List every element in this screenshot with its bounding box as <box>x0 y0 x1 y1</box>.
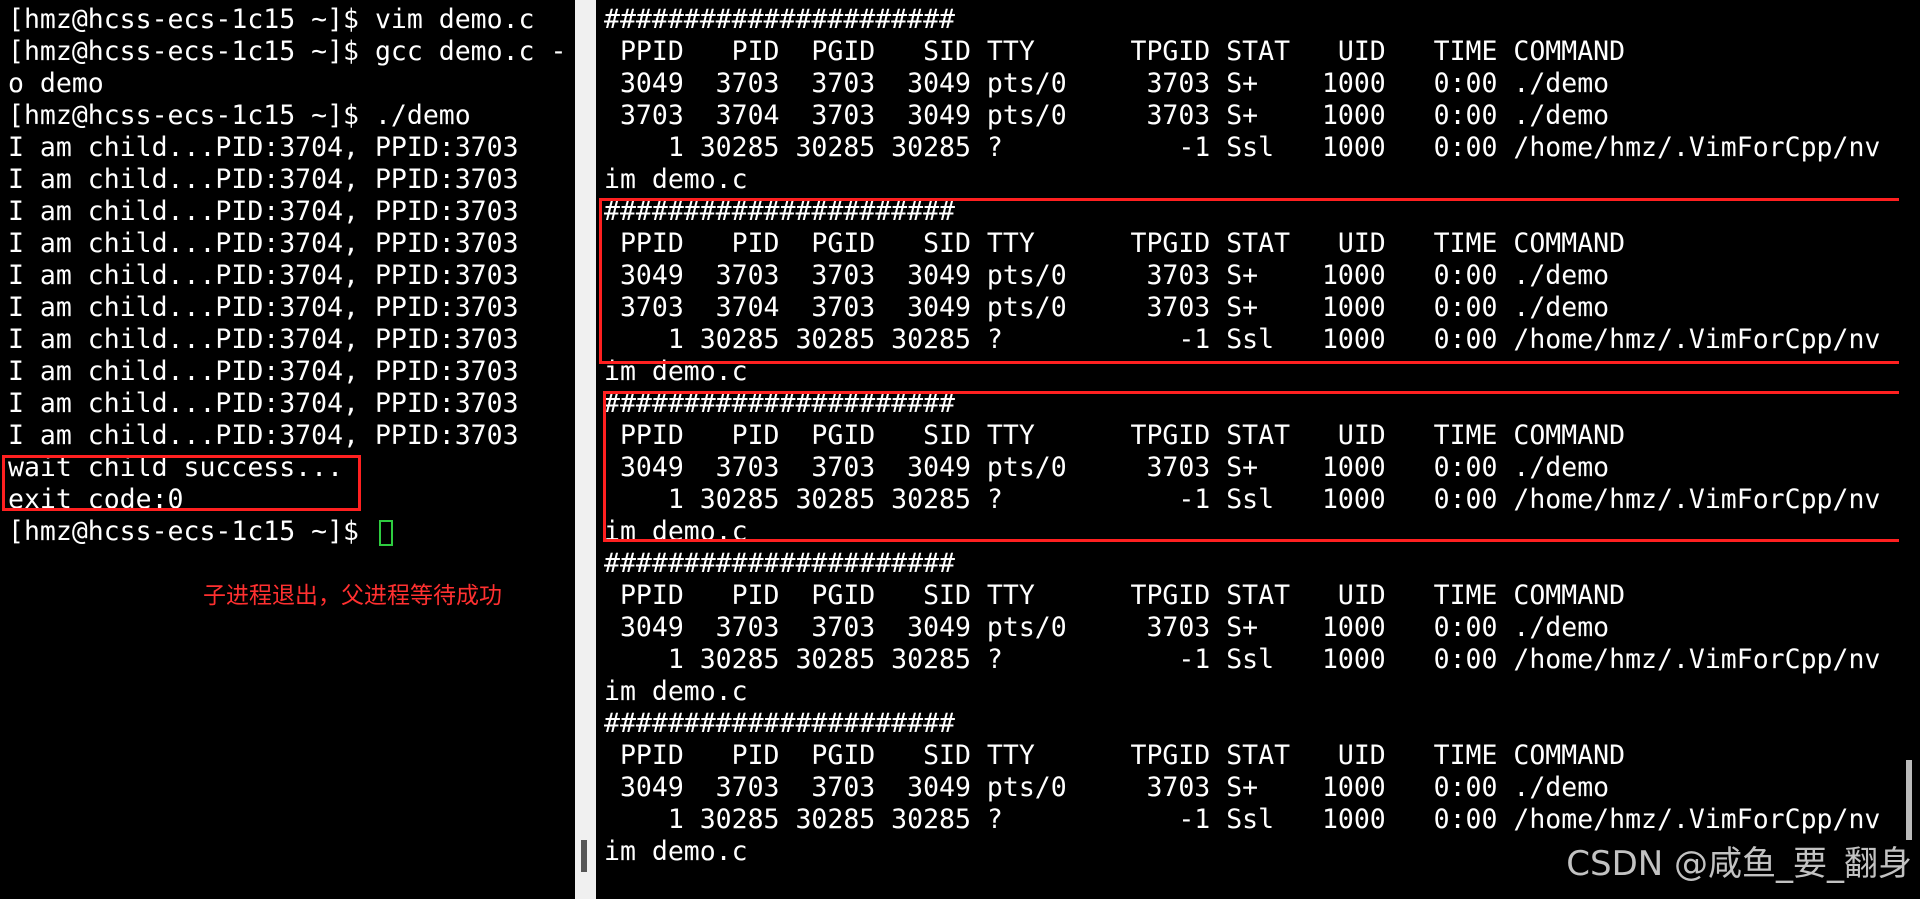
terminal-line: 1 30285 30285 30285 ? -1 Ssl 1000 0:00 /… <box>604 132 1881 163</box>
terminal-line: I am child...PID:3704, PPID:3703 <box>8 324 519 355</box>
right-terminal[interactable]: ###################### PPID PID PGID SID… <box>596 0 1920 899</box>
terminal-line: I am child...PID:3704, PPID:3703 <box>8 228 519 259</box>
terminal-line: ###################### <box>604 4 955 35</box>
terminal-line: I am child...PID:3704, PPID:3703 <box>8 196 519 227</box>
terminal-line: im demo.c <box>604 836 748 867</box>
terminal-line: I am child...PID:3704, PPID:3703 <box>8 260 519 291</box>
right-scrollbar[interactable] <box>1899 0 1920 860</box>
terminal-line: PPID PID PGID SID TTY TPGID STAT UID TIM… <box>604 228 1626 259</box>
terminal-line: im demo.c <box>604 164 748 195</box>
terminal-line: im demo.c <box>604 356 748 387</box>
terminal-line: im demo.c <box>604 676 748 707</box>
terminal-line: [hmz@hcss-ecs-1c15 ~]$ ./demo <box>8 100 471 131</box>
terminal-line: PPID PID PGID SID TTY TPGID STAT UID TIM… <box>604 740 1626 771</box>
terminal-line: exit code:0 <box>8 484 184 515</box>
left-scrollbar[interactable] <box>575 0 596 899</box>
terminal-line: 3049 3703 3703 3049 pts/0 3703 S+ 1000 0… <box>604 772 1610 803</box>
left-terminal[interactable]: [hmz@hcss-ecs-1c15 ~]$ vim demo.c [hmz@h… <box>0 0 575 899</box>
terminal-line: 3049 3703 3703 3049 pts/0 3703 S+ 1000 0… <box>604 68 1610 99</box>
terminal-line: ###################### <box>604 548 955 579</box>
terminal-line: 3703 3704 3703 3049 pts/0 3703 S+ 1000 0… <box>604 292 1610 323</box>
terminal-line: I am child...PID:3704, PPID:3703 <box>8 420 519 451</box>
terminal-line: ###################### <box>604 388 955 419</box>
shell-prompt: [hmz@hcss-ecs-1c15 ~]$ <box>8 516 375 547</box>
terminal-line: [hmz@hcss-ecs-1c15 ~]$ vim demo.c <box>8 4 535 35</box>
terminal-line: I am child...PID:3704, PPID:3703 <box>8 356 519 387</box>
terminal-line: I am child...PID:3704, PPID:3703 <box>8 164 519 195</box>
terminal-line: o demo <box>8 68 104 99</box>
annotation-text: 子进程退出，父进程等待成功 <box>203 583 502 609</box>
terminal-line: PPID PID PGID SID TTY TPGID STAT UID TIM… <box>604 580 1626 611</box>
terminal-line: I am child...PID:3704, PPID:3703 <box>8 292 519 323</box>
terminal-line: ###################### <box>604 196 955 227</box>
terminal-line: 1 30285 30285 30285 ? -1 Ssl 1000 0:00 /… <box>604 644 1881 675</box>
terminal-line: 3049 3703 3703 3049 pts/0 3703 S+ 1000 0… <box>604 452 1610 483</box>
terminal-line: I am child...PID:3704, PPID:3703 <box>8 132 519 163</box>
terminal-line: 1 30285 30285 30285 ? -1 Ssl 1000 0:00 /… <box>604 484 1881 515</box>
terminal-line: wait child success... <box>8 452 344 483</box>
terminal-line: PPID PID PGID SID TTY TPGID STAT UID TIM… <box>604 36 1626 67</box>
right-scrollbar-thumb[interactable] <box>1906 760 1912 840</box>
terminal-line: PPID PID PGID SID TTY TPGID STAT UID TIM… <box>604 420 1626 451</box>
terminal-line: 3049 3703 3703 3049 pts/0 3703 S+ 1000 0… <box>604 612 1610 643</box>
terminal-line: I am child...PID:3704, PPID:3703 <box>8 388 519 419</box>
terminal-line: 3703 3704 3703 3049 pts/0 3703 S+ 1000 0… <box>604 100 1610 131</box>
left-scrollbar-thumb[interactable] <box>581 840 587 872</box>
terminal-line: ###################### <box>604 708 955 739</box>
terminal-line: 1 30285 30285 30285 ? -1 Ssl 1000 0:00 /… <box>604 804 1881 835</box>
terminal-line: 1 30285 30285 30285 ? -1 Ssl 1000 0:00 /… <box>604 324 1881 355</box>
terminal-prompt-line[interactable]: [hmz@hcss-ecs-1c15 ~]$ <box>8 516 393 548</box>
text-cursor <box>378 519 393 546</box>
watermark: CSDN @咸鱼_要_翻身 <box>1566 844 1912 884</box>
terminal-line: 3049 3703 3703 3049 pts/0 3703 S+ 1000 0… <box>604 260 1610 291</box>
terminal-line: im demo.c <box>604 516 748 547</box>
terminal-line: [hmz@hcss-ecs-1c15 ~]$ gcc demo.c - <box>8 36 567 67</box>
